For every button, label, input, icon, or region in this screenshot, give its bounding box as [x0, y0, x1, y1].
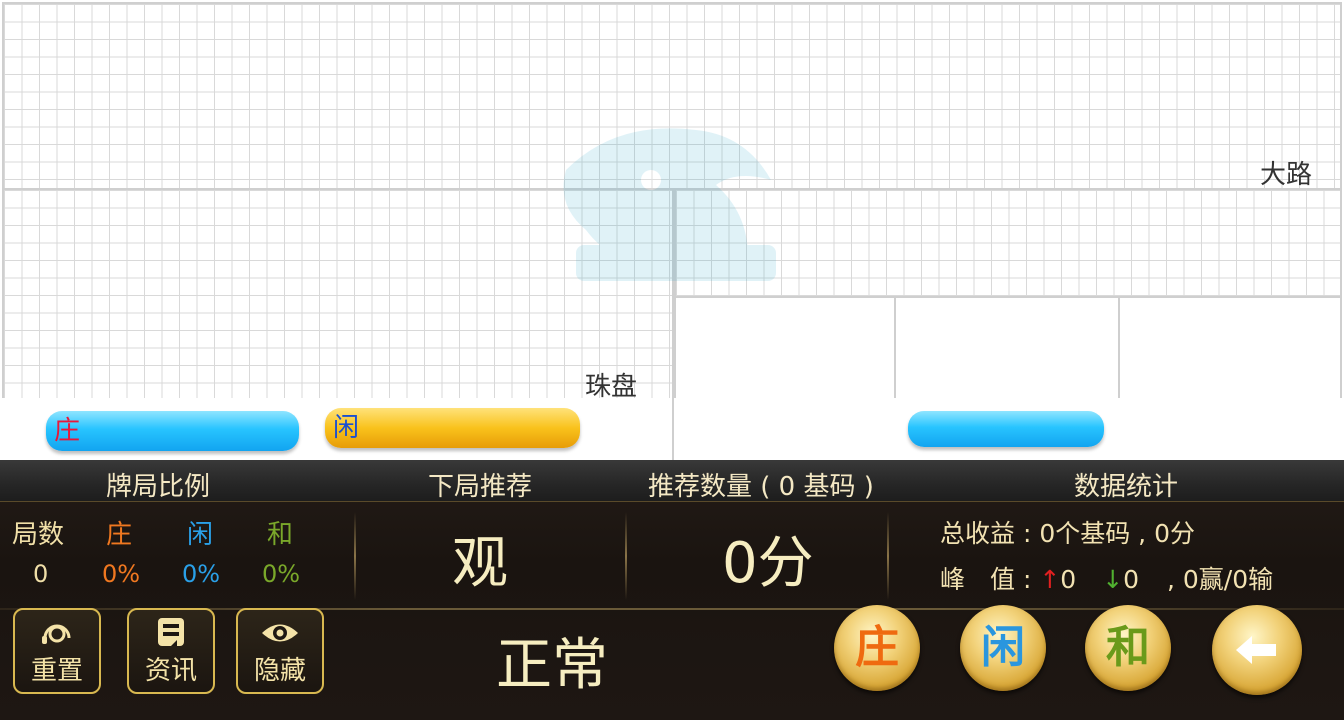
stats-header: 数据统计 [1074, 472, 1179, 502]
player-bet-button[interactable]: 闲 [960, 605, 1046, 691]
document-icon [158, 618, 184, 646]
separator [354, 512, 356, 600]
hide-button-label: 隐藏 [253, 656, 306, 686]
reset-button[interactable]: 重置 [13, 608, 101, 694]
banker-column-label: 庄 [106, 520, 133, 550]
info-button-label: 资讯 [144, 656, 197, 686]
banker-ratio: 0% [102, 560, 141, 588]
banker-prediction-bar: 庄 [46, 411, 299, 451]
peak-down-arrow: ↓ [1102, 565, 1124, 594]
control-panel: 牌局比例 下局推荐 推荐数量 ( 0 基码 ) 数据统计 局数 庄 闲 和 0 … [0, 460, 1344, 720]
status-text: 正常 [496, 633, 608, 698]
back-button[interactable] [1212, 605, 1302, 695]
info-button[interactable]: 资讯 [127, 608, 215, 694]
next-recommendation: 观 [452, 531, 508, 596]
shark-logo-watermark [563, 128, 776, 281]
separator [887, 512, 889, 600]
banker-prediction-label: 庄 [54, 416, 81, 446]
player-column-label: 闲 [187, 520, 214, 550]
recommended-quantity: 0分 [722, 531, 814, 596]
back-arrow-icon [1236, 636, 1276, 664]
peak-up-value: 0 [1060, 565, 1077, 594]
headset-icon [42, 624, 71, 644]
tie-ratio: 0% [262, 560, 301, 588]
small-road-box [674, 296, 896, 400]
tie-column-label: 和 [267, 520, 294, 550]
ratio-header: 牌局比例 [106, 472, 211, 502]
next-recommendation-header: 下局推荐 [428, 472, 533, 502]
peak-up-arrow: ↑ [1039, 565, 1061, 594]
panel-header: 牌局比例 下局推荐 推荐数量 ( 0 基码 ) 数据统计 [0, 460, 1344, 502]
rounds-count: 0 [33, 560, 49, 588]
total-profit: 总收益 : 0个基码 , 0分 [940, 514, 1195, 550]
eye-icon [262, 624, 298, 642]
peak-down-value: 0 [1123, 565, 1140, 594]
tie-bet-button[interactable]: 和 [1085, 605, 1171, 691]
cockroach-road-box [894, 296, 1120, 400]
peak-label: 峰 值 : [940, 565, 1040, 594]
derived-prediction-bar [908, 411, 1104, 447]
quantity-header: 推荐数量 ( 0 基码 ) [648, 472, 874, 502]
reset-button-label: 重置 [30, 656, 83, 686]
bead-plate-label: 珠盘 [585, 372, 638, 402]
banker-bet-button[interactable]: 庄 [834, 605, 920, 691]
player-ratio: 0% [182, 560, 221, 588]
total-profit-label: 总收益 : [940, 519, 1040, 548]
peak-value: 峰 值 : ↑0 ↓0 , 0赢/0输 [940, 560, 1273, 596]
player-prediction-bar: 闲 [325, 408, 580, 448]
total-profit-value: 0个基码 , 0分 [1039, 519, 1195, 548]
separator [625, 512, 627, 600]
hide-button[interactable]: 隐藏 [236, 608, 324, 694]
extra-road-box [1118, 296, 1342, 400]
rounds-column-label: 局数 [12, 520, 65, 550]
player-prediction-label: 闲 [333, 413, 360, 443]
win-loss-record: , 0赢/0输 [1159, 565, 1274, 594]
big-road-label: 大路 [1259, 160, 1312, 190]
